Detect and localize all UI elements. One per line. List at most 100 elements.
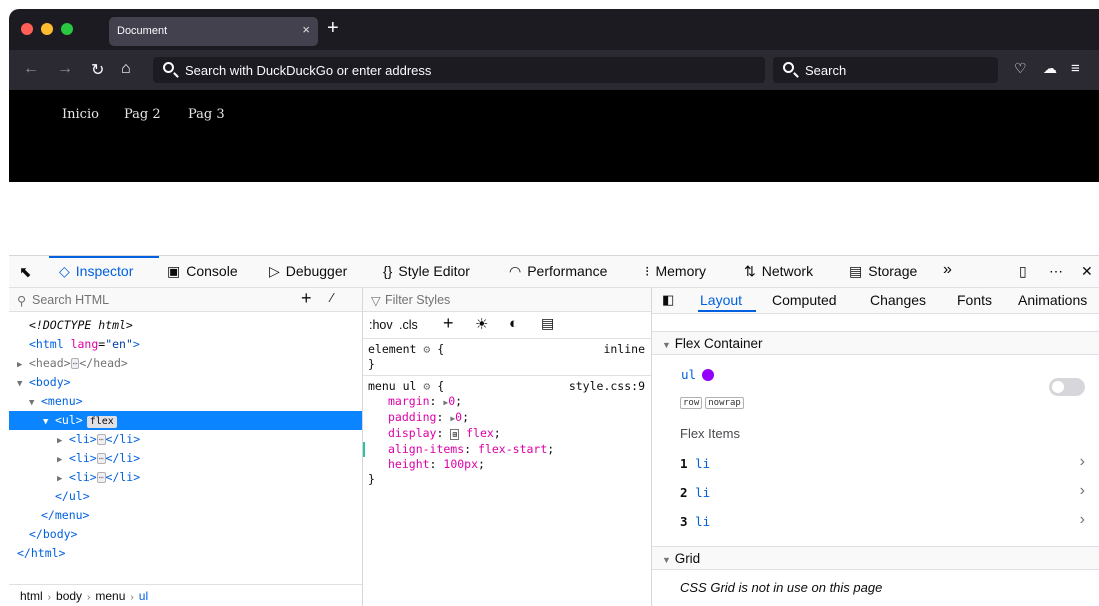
menu-link-inicio[interactable]: Inicio bbox=[62, 107, 99, 122]
declaration[interactable]: padding: ▶0; bbox=[368, 410, 651, 426]
html-node[interactable]: <html lang="en"> bbox=[9, 335, 362, 354]
style-editor-icon: {} bbox=[383, 263, 393, 279]
tab-performance[interactable]: ◠ Performance bbox=[509, 263, 607, 280]
body-node[interactable]: ▼ <body> bbox=[9, 373, 362, 392]
tab-console[interactable]: ▣ Console bbox=[167, 263, 238, 280]
flexbox-highlighter-toggle[interactable] bbox=[1049, 378, 1085, 396]
breadcrumb-menu[interactable]: menu bbox=[95, 589, 125, 603]
options-menu-icon[interactable]: ⋯ bbox=[1049, 263, 1063, 280]
eyedropper-icon[interactable]: ⁄ bbox=[331, 291, 333, 305]
flex-container-header[interactable]: ▼ Flex Container bbox=[652, 331, 1099, 355]
minimize-window-icon[interactable] bbox=[41, 23, 53, 35]
menu-node[interactable]: ▼ <menu> bbox=[9, 392, 362, 411]
pocket-icon[interactable]: ♡ bbox=[1014, 60, 1027, 77]
browser-tab[interactable]: Document × bbox=[109, 17, 318, 46]
hamburger-menu-icon[interactable]: ≡ bbox=[1071, 60, 1080, 77]
li-node[interactable]: ▶ <li> ⋯ </li> bbox=[9, 430, 362, 449]
gear-icon[interactable]: ⚙ bbox=[423, 342, 430, 356]
back-arrow-icon[interactable]: ← bbox=[23, 60, 39, 78]
breadcrumb-ul[interactable]: ul bbox=[139, 589, 148, 603]
filter-icon: ▽ bbox=[371, 294, 381, 308]
declaration[interactable]: display: ⊞ flex; bbox=[368, 426, 651, 442]
declaration[interactable]: margin: ▶0; bbox=[368, 394, 651, 410]
tab-memory[interactable]: ⁝ Memory bbox=[645, 263, 706, 280]
head-node[interactable]: ▶ <head> ⋯ </head> bbox=[9, 354, 362, 373]
tab-debugger[interactable]: ▷ Debugger bbox=[269, 263, 347, 280]
home-icon[interactable]: ⌂ bbox=[121, 60, 131, 78]
body-close-tag[interactable]: </body> bbox=[9, 525, 362, 544]
breadcrumb-body[interactable]: body bbox=[56, 589, 82, 603]
breadcrumb-separator-icon: › bbox=[87, 592, 91, 603]
tab-inspector[interactable]: ◇ Inspector bbox=[59, 263, 133, 280]
chevron-right-icon[interactable]: › bbox=[1080, 511, 1085, 529]
li-node[interactable]: ▶ <li> ⋯ </li> bbox=[9, 468, 362, 487]
filter-styles-input[interactable]: Filter Styles bbox=[385, 293, 450, 307]
ul-node[interactable]: ▼ <ul> flex bbox=[9, 411, 362, 430]
rule-selector: menu ul bbox=[368, 379, 417, 393]
rule-source-link[interactable]: style.css:9 bbox=[569, 379, 645, 394]
add-node-icon[interactable]: + bbox=[301, 288, 312, 309]
print-media-icon[interactable]: ▤ bbox=[541, 315, 554, 332]
tab-changes[interactable]: Changes bbox=[870, 292, 926, 308]
tab-fonts[interactable]: Fonts bbox=[957, 292, 992, 308]
toggle-sidebar-icon[interactable]: ◧ bbox=[662, 292, 674, 308]
gear-icon[interactable]: ⚙ bbox=[423, 379, 430, 393]
tab-computed[interactable]: Computed bbox=[772, 292, 837, 308]
markup-tree: <!DOCTYPE html> <html lang="en"> ▶ <head>… bbox=[9, 316, 362, 563]
layout-pane: ◧ Layout Computed Changes Fonts Animatio… bbox=[652, 288, 1099, 606]
rules-pane: ▽ Filter Styles :hov .cls + ☀ ◐ ▤ elemen… bbox=[363, 288, 652, 606]
menu-link-pag-3[interactable]: Pag 3 bbox=[188, 107, 225, 122]
menu-link-pag-2[interactable]: Pag 2 bbox=[124, 107, 161, 122]
flex-toggle-icon[interactable]: ⊞ bbox=[450, 429, 460, 440]
close-window-icon[interactable] bbox=[21, 23, 33, 35]
prop-value: 0 bbox=[455, 410, 463, 424]
dark-mode-icon[interactable]: ◐ bbox=[509, 315, 518, 332]
highlight-color-swatch[interactable] bbox=[702, 369, 714, 381]
new-tab-button[interactable]: + bbox=[327, 17, 339, 40]
reload-icon[interactable]: ↻ bbox=[91, 60, 104, 80]
flex-badge[interactable]: flex bbox=[86, 416, 117, 428]
search-icon: ⚲ bbox=[17, 294, 27, 308]
breadcrumb-html[interactable]: html bbox=[20, 589, 43, 603]
tab-label: Storage bbox=[868, 263, 918, 279]
collapsed-ellipsis-icon[interactable]: ⋯ bbox=[70, 358, 80, 369]
close-devtools-icon[interactable]: ✕ bbox=[1081, 263, 1093, 280]
tab-close-icon[interactable]: × bbox=[302, 22, 310, 37]
tab-layout[interactable]: Layout bbox=[700, 292, 742, 308]
cls-button[interactable]: .cls bbox=[399, 318, 418, 332]
declaration-changed[interactable]: align-items: flex-start; bbox=[363, 442, 651, 457]
menu-ul-rule: menu ul ⚙ {style.css:9 margin: ▶0; paddi… bbox=[363, 379, 651, 487]
tab-storage[interactable]: ▤ Storage bbox=[849, 263, 917, 280]
add-rule-icon[interactable]: + bbox=[443, 313, 454, 334]
page-body-area bbox=[9, 182, 1099, 255]
address-bar[interactable]: Search with DuckDuckGo or enter address bbox=[153, 57, 765, 83]
collapsed-ellipsis-icon[interactable]: ⋯ bbox=[96, 434, 106, 445]
declaration[interactable]: height: 100px; bbox=[368, 457, 651, 472]
dock-side-icon[interactable]: ▯ bbox=[1019, 263, 1027, 280]
search-html-input[interactable]: Search HTML bbox=[32, 293, 109, 307]
chevron-right-icon[interactable]: › bbox=[1080, 453, 1085, 471]
collapsed-ellipsis-icon[interactable]: ⋯ bbox=[96, 453, 106, 464]
item-index: 1 bbox=[680, 456, 688, 471]
more-tools-icon[interactable]: » bbox=[943, 261, 952, 279]
chevron-right-icon[interactable]: › bbox=[1080, 482, 1085, 500]
ul-close-tag[interactable]: </ul> bbox=[9, 487, 362, 506]
tab-network[interactable]: ⇅ Network bbox=[744, 263, 813, 280]
flex-items-label: Flex Items bbox=[680, 426, 740, 441]
hov-button[interactable]: :hov bbox=[369, 318, 393, 332]
extensions-icon[interactable]: ☁ bbox=[1043, 60, 1057, 77]
tab-style-editor[interactable]: {} Style Editor bbox=[383, 263, 470, 279]
tab-animations[interactable]: Animations bbox=[1018, 292, 1087, 308]
maximize-window-icon[interactable] bbox=[61, 23, 73, 35]
doctype-row[interactable]: <!DOCTYPE html> bbox=[9, 316, 362, 335]
li-node[interactable]: ▶ <li> ⋯ </li> bbox=[9, 449, 362, 468]
element-picker-icon[interactable]: ⬉ bbox=[19, 263, 32, 281]
html-close-tag[interactable]: </html> bbox=[9, 544, 362, 563]
forward-arrow-icon[interactable]: → bbox=[57, 60, 73, 78]
menu-close-tag[interactable]: </menu> bbox=[9, 506, 362, 525]
prop-name: display bbox=[388, 426, 437, 440]
light-mode-icon[interactable]: ☀ bbox=[475, 315, 488, 333]
grid-header[interactable]: ▼ Grid bbox=[652, 546, 1099, 570]
search-bar[interactable]: Search bbox=[773, 57, 998, 83]
collapsed-ellipsis-icon[interactable]: ⋯ bbox=[96, 472, 106, 483]
